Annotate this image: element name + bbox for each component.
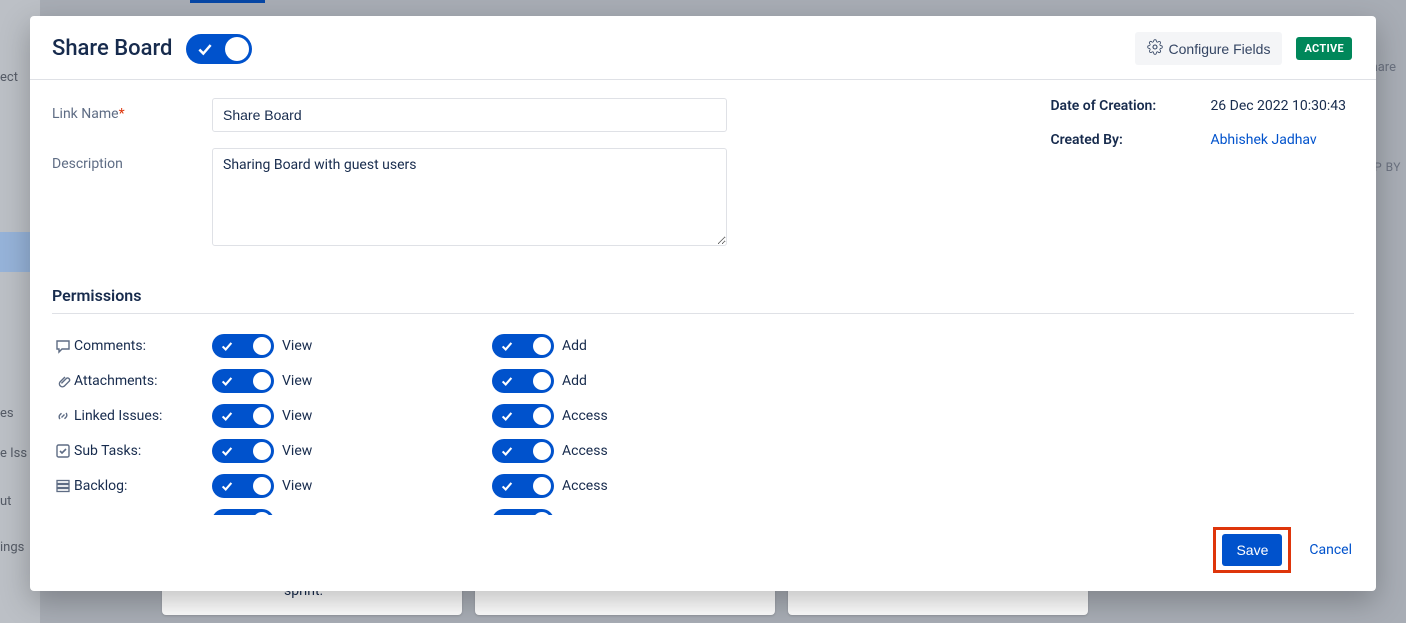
permission-c1-label: View [282,478,492,494]
modal-body[interactable]: Link Name* Description Sharing Board wit… [30,80,1376,515]
permission-toggle-c2[interactable] [492,369,554,393]
attachment-icon [52,373,74,389]
bg-text: es [0,406,14,421]
permission-toggle-c1[interactable] [212,404,274,428]
permission-row: Linked Issues: View Access [52,398,1354,433]
save-highlight-box: Save [1213,527,1291,573]
permission-toggle-c1[interactable] [212,439,274,463]
permission-row: Sub Tasks: View Access [52,433,1354,468]
permission-c2-label: Add [562,373,587,389]
subtask-icon [52,443,74,459]
created-by-link[interactable]: Abhishek Jadhav [1210,132,1316,148]
check-icon [220,479,234,493]
permission-toggle-c2[interactable] [492,509,554,516]
permission-c2-label: Access [562,408,608,424]
permission-c2-label: Access [562,443,608,459]
link-name-input[interactable] [212,98,727,132]
configure-fields-label: Configure Fields [1169,41,1271,57]
gear-icon [1147,39,1163,58]
permission-toggle-c1[interactable] [212,509,274,516]
permission-toggle-c2[interactable] [492,474,554,498]
backlog-icon [52,478,74,494]
permission-c2-label: Access [562,478,608,494]
check-icon [196,40,214,58]
permission-c1-label: View [282,373,492,389]
check-icon [220,339,234,353]
check-icon [500,409,514,423]
permission-c2-label: Access [562,513,608,516]
required-mark: * [119,106,125,122]
permission-c1-label: View [282,408,492,424]
permission-name: Sub Tasks: [74,443,212,459]
check-icon [220,514,234,516]
permission-row: Sprint: View Access [52,503,1354,515]
date-of-creation-value: 26 Dec 2022 10:30:43 [1210,98,1346,114]
permission-toggle-c1[interactable] [212,369,274,393]
permission-c1-label: View [282,443,492,459]
permission-toggle-c2[interactable] [492,404,554,428]
description-label: Description [52,156,123,172]
comment-icon [52,338,74,354]
permission-c1-label: View [282,513,492,516]
bg-text: ect [0,70,18,85]
modal-footer: Save Cancel [30,515,1376,591]
check-icon [500,374,514,388]
permission-name: Linked Issues: [74,408,212,424]
permission-toggle-c1[interactable] [212,474,274,498]
active-badge: ACTIVE [1296,37,1352,60]
date-of-creation-label: Date of Creation: [1050,98,1210,114]
permission-name: Comments: [74,338,212,354]
permission-name: Backlog: [74,478,212,494]
check-icon [500,444,514,458]
configure-fields-button[interactable]: Configure Fields [1135,32,1283,65]
bg-text: e Iss [0,446,27,461]
bg-text: ut [0,494,11,509]
permission-name: Sprint: [74,513,212,516]
check-icon [500,339,514,353]
link-name-label: Link Name [52,106,119,122]
permission-row: Attachments: View Add [52,363,1354,398]
save-button[interactable]: Save [1222,534,1282,566]
check-icon [220,444,234,458]
check-icon [220,409,234,423]
cancel-link[interactable]: Cancel [1309,542,1352,558]
permission-row: Backlog: View Access [52,468,1354,503]
link-icon [52,408,74,424]
divider [52,313,1354,314]
permission-name: Attachments: [74,373,212,389]
check-icon [220,374,234,388]
permission-toggle-c1[interactable] [212,334,274,358]
bg-text: ings [0,540,24,555]
check-icon [500,479,514,493]
sprint-icon [52,513,74,516]
permission-c1-label: View [282,338,492,354]
description-input[interactable]: Sharing Board with guest users [212,148,727,246]
modal-header: Share Board Configure Fields ACTIVE [30,16,1376,80]
share-board-modal: Share Board Configure Fields ACTIVE Link… [30,16,1376,591]
created-by-label: Created By: [1050,132,1210,148]
modal-title: Share Board [52,36,172,61]
permission-toggle-c2[interactable] [492,439,554,463]
check-icon [500,514,514,516]
permission-c2-label: Add [562,338,587,354]
share-enabled-toggle[interactable] [186,34,252,64]
permission-toggle-c2[interactable] [492,334,554,358]
permissions-heading: Permissions [52,286,1354,305]
permission-row: Comments: View Add [52,328,1354,363]
